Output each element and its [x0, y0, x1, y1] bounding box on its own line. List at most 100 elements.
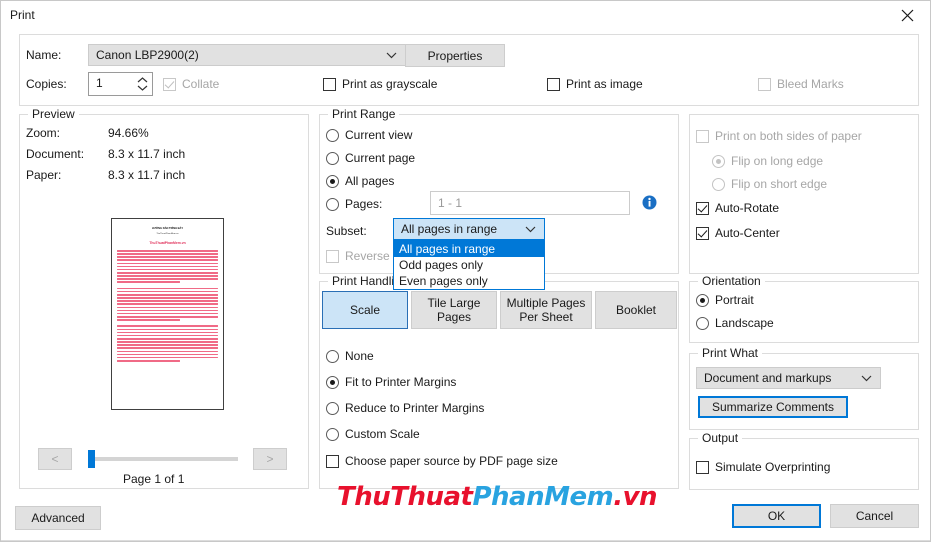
subset-option-all-pages-in-range[interactable]: All pages in range	[394, 241, 544, 257]
collate-checkbox[interactable]: Collate	[163, 77, 219, 91]
print-as-grayscale-checkbox[interactable]: Print as grayscale	[323, 77, 437, 91]
subset-select[interactable]: All pages in range	[393, 218, 545, 240]
thumb-watermark: ThuThuatPhanMem.vn	[149, 241, 186, 245]
print-as-image-checkbox[interactable]: Print as image	[547, 77, 643, 91]
radio-dot	[326, 197, 339, 211]
ok-button[interactable]: OK	[732, 504, 821, 528]
chevron-down-icon	[386, 48, 397, 62]
tab-label-line2: Per Sheet	[519, 310, 573, 324]
chevron-down-icon	[137, 85, 147, 91]
printer-name-select[interactable]: Canon LBP2900(2)	[88, 44, 406, 66]
print-both-sides-checkbox[interactable]: Print on both sides of paper	[696, 129, 862, 143]
radio-label: Current page	[345, 151, 416, 165]
advanced-button[interactable]: Advanced	[15, 506, 101, 530]
summarize-comments-button[interactable]: Summarize Comments	[698, 396, 848, 418]
print-what-select[interactable]: Document and markups	[696, 367, 881, 389]
tab-label-line1: Multiple Pages	[506, 296, 586, 310]
checkbox-box	[696, 460, 709, 474]
print-as-image-label: Print as image	[566, 77, 643, 91]
tab-label-line1: Tile Large	[427, 296, 481, 310]
site-watermark: ThuThuatPhanMem.vn	[337, 482, 658, 512]
tab-booklet[interactable]: Booklet	[595, 291, 677, 329]
simulate-overprinting-label: Simulate Overprinting	[715, 460, 831, 474]
radio-label: Fit to Printer Margins	[345, 375, 457, 389]
radio-scale-custom-scale[interactable]: Custom Scale	[326, 427, 420, 441]
properties-button[interactable]: Properties	[405, 44, 505, 67]
radio-dot	[326, 375, 339, 389]
radio-dot	[326, 349, 339, 363]
watermark-part1: ThuThuat	[337, 482, 473, 512]
checkbox-box	[758, 77, 771, 91]
bottom-divider	[1, 540, 930, 541]
radio-current-view[interactable]: Current view	[326, 128, 412, 142]
tab-tile-large-pages[interactable]: Tile Large Pages	[411, 291, 497, 329]
radio-landscape[interactable]: Landscape	[696, 316, 774, 330]
radio-flip-long-edge[interactable]: Flip on long edge	[712, 154, 823, 168]
preview-group: Preview Zoom: 94.66% Document: 8.3 x 11.…	[19, 107, 309, 489]
preview-prev-button[interactable]: <	[38, 448, 72, 470]
page-preview-thumbnail: HƯỚNG DẪN TRÌNH BÀY ThuThuatPhanMem.vn T…	[111, 218, 224, 410]
choose-paper-source-label: Choose paper source by PDF page size	[345, 454, 558, 468]
spinner-arrows[interactable]	[134, 73, 150, 95]
tab-label-line2: Pages	[436, 310, 472, 324]
radio-dot	[712, 154, 725, 168]
radio-pages[interactable]: Pages:	[326, 197, 382, 211]
chevron-down-icon	[861, 371, 872, 385]
subset-option-even-pages-only[interactable]: Even pages only	[394, 273, 544, 289]
preview-next-button[interactable]: >	[253, 448, 287, 470]
subset-option-odd-pages-only[interactable]: Odd pages only	[394, 257, 544, 273]
print-handling-group: Print Handling Scale Tile Large Pages Mu…	[319, 274, 679, 489]
checkbox-box	[326, 454, 339, 468]
radio-dot	[712, 177, 725, 191]
print-what-legend: Print What	[698, 346, 763, 360]
bleed-marks-checkbox[interactable]: Bleed Marks	[758, 77, 844, 91]
pages-input[interactable]: 1 - 1	[430, 191, 630, 215]
radio-current-page[interactable]: Current page	[326, 151, 415, 165]
print-range-legend: Print Range	[328, 107, 400, 121]
paper-value: 8.3 x 11.7 inch	[108, 168, 186, 182]
close-icon[interactable]	[884, 1, 930, 29]
info-icon[interactable]	[642, 195, 657, 210]
print-dialog: Print Name: Canon LBP2900(2) Properties …	[0, 0, 931, 542]
tab-multiple-pages-per-sheet[interactable]: Multiple Pages Per Sheet	[500, 291, 592, 329]
thumb-body-lines	[117, 250, 218, 362]
radio-label: All pages	[345, 174, 395, 188]
choose-paper-source-checkbox[interactable]: Choose paper source by PDF page size	[326, 454, 558, 468]
radio-label: None	[345, 349, 374, 363]
printer-name-label: Name:	[26, 48, 62, 62]
auto-center-checkbox[interactable]: Auto-Center	[696, 226, 780, 240]
printer-group: Name: Canon LBP2900(2) Properties Copies…	[19, 34, 919, 106]
radio-scale-reduce-to-printer-margins[interactable]: Reduce to Printer Margins	[326, 401, 484, 415]
output-legend: Output	[698, 431, 743, 445]
radio-dot	[696, 293, 709, 307]
subset-label: Subset:	[326, 224, 367, 238]
page-slider-track[interactable]	[88, 457, 238, 461]
page-slider-thumb[interactable]	[88, 450, 95, 468]
radio-dot	[326, 151, 339, 165]
copies-stepper[interactable]: 1	[88, 72, 153, 96]
radio-flip-short-edge[interactable]: Flip on short edge	[712, 177, 827, 191]
radio-label: Pages:	[345, 197, 383, 211]
subset-value: All pages in range	[401, 222, 498, 236]
cancel-button[interactable]: Cancel	[830, 504, 919, 528]
paper-label: Paper:	[26, 168, 62, 182]
subset-dropdown-list[interactable]: All pages in range Odd pages only Even p…	[393, 240, 545, 290]
radio-portrait[interactable]: Portrait	[696, 293, 754, 307]
radio-scale-none[interactable]: None	[326, 349, 374, 363]
radio-label: Current view	[345, 128, 413, 142]
radio-label: Flip on short edge	[731, 177, 828, 191]
auto-rotate-checkbox[interactable]: Auto-Rotate	[696, 201, 779, 215]
radio-all-pages[interactable]: All pages	[326, 174, 394, 188]
radio-scale-fit-to-printer-margins[interactable]: Fit to Printer Margins	[326, 375, 456, 389]
preview-legend: Preview	[28, 107, 79, 121]
printer-name-value: Canon LBP2900(2)	[96, 48, 199, 62]
radio-label: Landscape	[715, 316, 774, 330]
document-value: 8.3 x 11.7 inch	[108, 147, 186, 161]
checkbox-box	[163, 77, 176, 91]
tab-scale[interactable]: Scale	[322, 291, 408, 329]
simulate-overprinting-checkbox[interactable]: Simulate Overprinting	[696, 460, 830, 474]
checkbox-box	[323, 77, 336, 91]
auto-center-label: Auto-Center	[715, 226, 780, 240]
orientation-legend: Orientation	[698, 274, 765, 288]
radio-label: Reduce to Printer Margins	[345, 401, 485, 415]
